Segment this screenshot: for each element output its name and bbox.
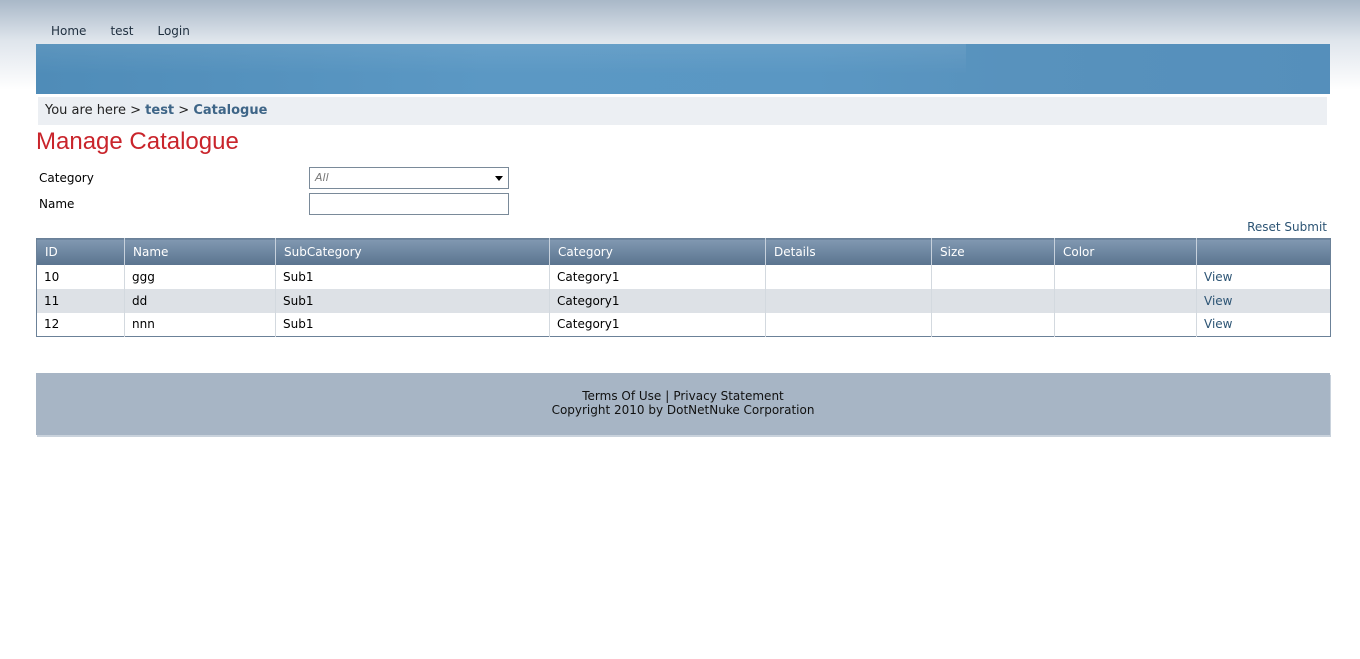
cell-subcategory: Sub1: [275, 264, 550, 289]
column-header-subcategory[interactable]: SubCategory: [275, 238, 550, 265]
breadcrumb-separator: >: [178, 103, 190, 118]
cell-id: 12: [36, 312, 125, 337]
name-label: Name: [39, 197, 75, 211]
cell-action: View: [1197, 313, 1331, 337]
cell-details: [765, 288, 932, 313]
category-select-value: All: [315, 171, 329, 184]
copyright-text: Copyright 2010 by DotNetNuke Corporation: [551, 403, 815, 417]
column-header-category[interactable]: Category: [549, 238, 766, 265]
cell-details: [765, 264, 932, 289]
cell-details: [765, 312, 932, 337]
page-title: Manage Catalogue: [36, 128, 239, 155]
cell-size: [931, 264, 1055, 289]
cell-name: nnn: [124, 312, 276, 337]
breadcrumb-prefix: You are here >: [45, 103, 142, 118]
cell-size: [931, 312, 1055, 337]
name-input[interactable]: [309, 193, 509, 215]
table-header-row: ID Name SubCategory Category Details Siz…: [36, 238, 1331, 265]
cell-color: [1054, 312, 1197, 337]
form-actions: Reset Submit: [1247, 220, 1327, 234]
footer-links: Terms Of Use | Privacy Statement: [36, 389, 1330, 403]
footer-separator: |: [665, 389, 670, 403]
cell-size: [931, 288, 1055, 313]
footer: Terms Of Use | Privacy Statement Copyright…: [36, 373, 1330, 435]
cell-name: ggg: [124, 264, 276, 289]
cell-category: Category1: [549, 312, 766, 337]
view-link[interactable]: View: [1204, 317, 1232, 331]
category-select[interactable]: All: [309, 167, 509, 189]
breadcrumb-item-test[interactable]: test: [145, 103, 174, 118]
cell-id: 10: [36, 264, 125, 289]
main-nav: Home test Login: [36, 18, 1330, 44]
column-header-id[interactable]: ID: [36, 238, 125, 265]
cell-color: [1054, 264, 1197, 289]
view-link[interactable]: View: [1204, 294, 1232, 308]
terms-link[interactable]: Terms Of Use: [582, 389, 661, 403]
breadcrumb: You are here > test > Catalogue: [38, 97, 1327, 125]
view-link[interactable]: View: [1204, 270, 1232, 284]
cell-action: View: [1196, 288, 1331, 313]
table-row: 11 dd Sub1 Category1 View: [36, 288, 1331, 313]
cell-subcategory: Sub1: [275, 288, 550, 313]
reset-button[interactable]: Reset: [1247, 220, 1281, 234]
cell-color: [1054, 288, 1197, 313]
chevron-down-icon: [495, 176, 503, 181]
column-header-name[interactable]: Name: [124, 238, 276, 265]
catalogue-table: ID Name SubCategory Category Details Siz…: [36, 238, 1331, 337]
nav-item-home[interactable]: Home: [36, 18, 98, 44]
breadcrumb-item-catalogue[interactable]: Catalogue: [193, 103, 267, 118]
nav-item-test[interactable]: test: [98, 18, 145, 44]
cell-subcategory: Sub1: [275, 312, 550, 337]
column-header-action: [1196, 238, 1331, 265]
cell-action: View: [1197, 265, 1331, 289]
header-banner: [36, 44, 1330, 94]
category-label: Category: [39, 171, 94, 185]
nav-item-login[interactable]: Login: [145, 18, 201, 44]
cell-category: Category1: [549, 264, 766, 289]
column-header-size[interactable]: Size: [931, 238, 1055, 265]
cell-id: 11: [36, 288, 125, 313]
table-row: 12 nnn Sub1 Category1 View: [36, 312, 1331, 337]
banner-shine: [36, 44, 966, 94]
cell-category: Category1: [549, 288, 766, 313]
submit-button[interactable]: Submit: [1284, 220, 1327, 234]
table-row: 10 ggg Sub1 Category1 View: [36, 264, 1331, 289]
column-header-details[interactable]: Details: [765, 238, 932, 265]
column-header-color[interactable]: Color: [1054, 238, 1197, 265]
privacy-link[interactable]: Privacy Statement: [673, 389, 783, 403]
cell-name: dd: [124, 288, 276, 313]
